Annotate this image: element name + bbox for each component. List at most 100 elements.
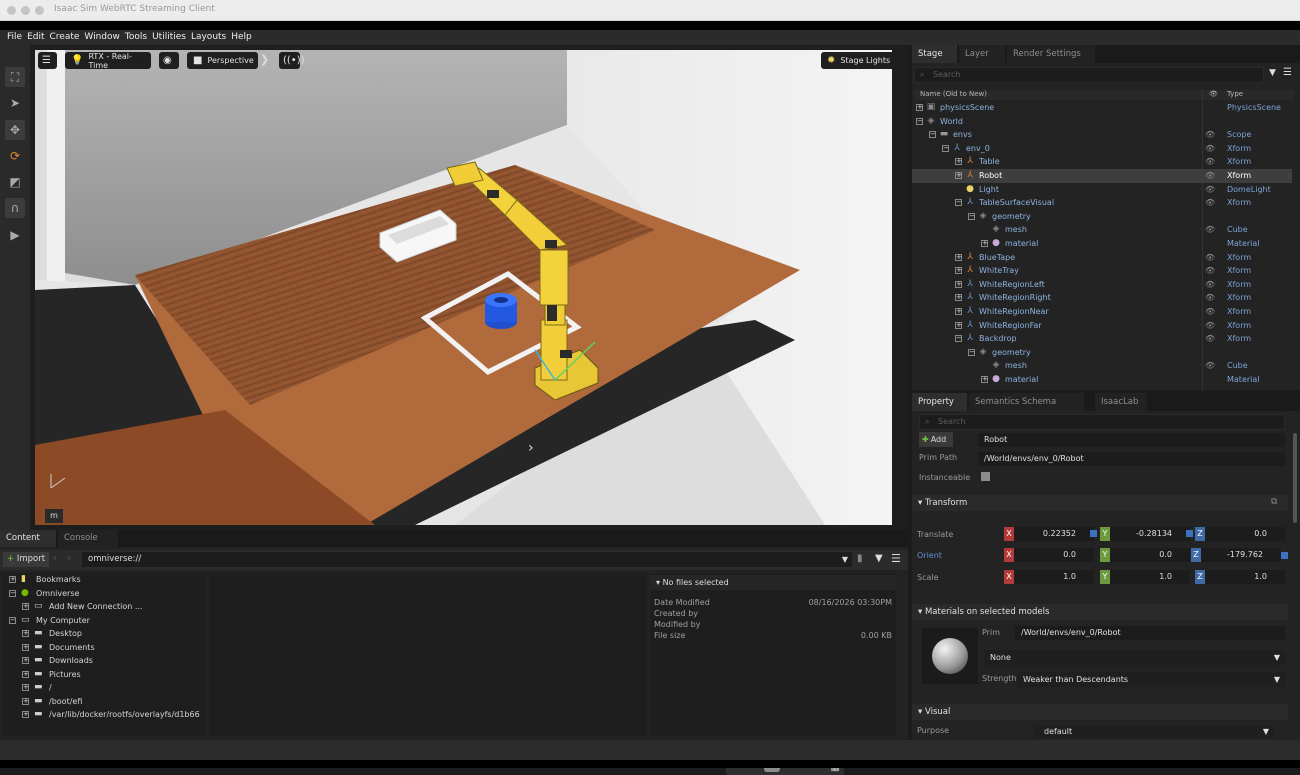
scale-y-field[interactable]: 1.0 (1110, 570, 1190, 584)
content-tree-row[interactable]: + ▬ Downloads (2, 654, 206, 668)
expand-toggle-icon[interactable]: − (968, 212, 975, 220)
expand-toggle-icon[interactable]: + (955, 253, 962, 261)
close-window-button[interactable] (7, 6, 16, 15)
material-binding-dropdown[interactable]: None ▼ (984, 650, 1285, 665)
tab-semantics-schema-editor[interactable]: Semantics Schema Editor (969, 393, 1084, 425)
expand-toggle-icon[interactable]: + (981, 375, 988, 383)
translate-x-field[interactable]: 0.22352 (1014, 527, 1094, 541)
expand-toggle-icon[interactable]: + (955, 307, 962, 315)
visual-section-header[interactable]: ▾ Visual (912, 704, 1288, 720)
select-all-icon[interactable]: ⛶ (5, 67, 25, 87)
visibility-eye-icon[interactable]: 👁 (1205, 332, 1215, 346)
visibility-eye-icon[interactable]: 👁 (1205, 196, 1215, 210)
stage-tree-row[interactable]: + ⅄ WhiteRegionLeft 👁 Xform (912, 278, 1292, 292)
expand-toggle-icon[interactable]: + (22, 684, 29, 691)
prim-path-field[interactable]: /World/envs/env_0/Robot (978, 452, 1285, 466)
viewport[interactable]: ☰ 💡 RTX - Real-Time ◉ ■ Perspective ❯ ((•)… (35, 50, 892, 525)
purpose-dropdown[interactable]: default ▼ (1034, 726, 1274, 738)
stage-tree-row[interactable]: + ⅄ Table 👁 Xform (912, 155, 1292, 169)
expand-toggle-icon[interactable]: + (22, 670, 29, 678)
stage-tree-row[interactable]: + ● material Material (912, 237, 1292, 251)
scale-icon[interactable]: ◩ (5, 172, 25, 192)
stage-tree-row[interactable]: + ⅄ WhiteRegionRight 👁 Xform (912, 291, 1292, 305)
content-file-list[interactable]: ▦ (209, 573, 844, 775)
tab-isaaclab[interactable]: IsaacLab (1095, 393, 1147, 411)
stage-tree-row[interactable]: − ◈ World (912, 115, 1292, 129)
orient-z-field[interactable]: -179.762 (1201, 548, 1281, 562)
play-icon[interactable]: ▶ (5, 225, 25, 245)
tab-property[interactable]: Property (912, 393, 967, 411)
expand-toggle-icon[interactable]: − (916, 117, 923, 125)
translate-y-field[interactable]: -0.28134 (1110, 527, 1190, 541)
content-tree-row[interactable]: + ▬ /boot/efi (2, 695, 206, 709)
tab-stage[interactable]: Stage (912, 45, 957, 63)
menu-utilities[interactable]: Utilities (152, 30, 186, 45)
name-column-header[interactable]: Name (Old to New) (920, 90, 987, 98)
content-tree-row[interactable]: − ▭ My Computer (2, 614, 206, 628)
chevron-right-icon[interactable]: › (528, 440, 534, 456)
expand-toggle-icon[interactable]: − (955, 199, 962, 207)
expand-toggle-icon[interactable]: + (9, 576, 16, 583)
import-button[interactable]: + Import (3, 552, 50, 567)
camera-button[interactable]: ■ Perspective (187, 52, 258, 69)
menu-edit[interactable]: Edit (27, 30, 44, 45)
strength-dropdown[interactable]: Weaker than Descendants ▼ (1017, 672, 1285, 687)
expand-toggle-icon[interactable]: − (968, 348, 975, 356)
stage-tree-row[interactable]: − ⅄ env_0 👁 Xform (912, 142, 1292, 156)
tab-layer[interactable]: Layer (959, 45, 1005, 63)
expand-toggle-icon[interactable]: − (955, 335, 962, 343)
stage-tree-row[interactable]: ◈ mesh 👁 Cube (912, 359, 1292, 373)
menu-icon[interactable]: ☰ (1283, 67, 1292, 78)
snap-icon[interactable]: ∩ (5, 198, 25, 218)
stage-tree-row[interactable]: + ⅄ WhiteTray 👁 Xform (912, 264, 1292, 278)
expand-toggle-icon[interactable]: + (955, 267, 962, 275)
visibility-eye-icon[interactable]: 👁 (1205, 359, 1215, 373)
visibility-eye-icon[interactable]: 👁 (1205, 319, 1215, 333)
expand-toggle-icon[interactable]: + (981, 239, 988, 247)
content-tree-row[interactable]: + ▭ Add New Connection ... (2, 600, 206, 614)
content-tree-row[interactable]: + ▬ Documents (2, 641, 206, 655)
filter-icon[interactable]: ▼ (1269, 68, 1276, 78)
visibility-eye-icon[interactable]: 👁 (1205, 155, 1215, 169)
menu-layouts[interactable]: Layouts (191, 30, 226, 45)
content-tree-row[interactable]: + ▬ Pictures (2, 668, 206, 682)
expand-toggle-icon[interactable]: + (955, 294, 962, 302)
stage-search-input[interactable]: ⌕ Search (914, 67, 1264, 83)
move-icon[interactable]: ✥ (5, 120, 25, 140)
stage-tree-row[interactable]: − ▬ envs 👁 Scope (912, 128, 1292, 142)
expand-toggle-icon[interactable]: + (955, 158, 962, 166)
menu-file[interactable]: File (7, 30, 22, 45)
visibility-eye-icon[interactable]: 👁 (1205, 251, 1215, 265)
materials-section-header[interactable]: ▾ Materials on selected models (912, 604, 1288, 620)
forward-arrow-icon[interactable]: › (67, 553, 71, 564)
stage-tree-row[interactable]: + ⅄ WhiteRegionFar 👁 Xform (912, 319, 1292, 333)
stage-lights-button[interactable]: ✹ Stage Lights (821, 52, 892, 69)
menu-window[interactable]: Window (84, 30, 120, 45)
back-arrow-icon[interactable]: ‹ (53, 553, 57, 564)
expand-toggle-icon[interactable]: + (22, 657, 29, 664)
visibility-eye-icon[interactable]: 👁 (1205, 142, 1215, 156)
translate-x-key[interactable] (1090, 530, 1097, 537)
stage-tree-row[interactable]: + ⅄ BlueTape 👁 Xform (912, 251, 1292, 265)
add-button[interactable]: ✚ Add (919, 432, 953, 447)
transform-options-icon[interactable]: ⧉ (1271, 497, 1277, 507)
visibility-eye-icon[interactable]: 👁 (1205, 223, 1215, 237)
bookmark-icon[interactable]: ▮ (857, 553, 863, 564)
stage-tree-row[interactable]: + ▣ physicsScene PhysicsScene (912, 101, 1292, 115)
prim-name-field[interactable]: Robot (978, 433, 1285, 447)
minimize-window-button[interactable] (21, 6, 30, 15)
stage-tree-row[interactable]: − ◈ geometry (912, 210, 1292, 224)
orient-label[interactable]: Orient (917, 551, 942, 560)
pointer-icon[interactable]: ➤ (5, 93, 25, 113)
tab-console[interactable]: Console (58, 530, 118, 547)
expand-toggle-icon[interactable]: − (929, 131, 936, 139)
stage-tree-row[interactable]: + ⅄ WhiteRegionNear 👁 Xform (912, 305, 1292, 319)
expand-toggle-icon[interactable]: − (9, 589, 16, 597)
visibility-eye-icon[interactable]: 👁 (1205, 305, 1215, 319)
expand-toggle-icon[interactable]: − (9, 616, 16, 624)
menu-create[interactable]: Create (50, 30, 80, 45)
orient-x-field[interactable]: 0.0 (1014, 548, 1094, 562)
expand-toggle-icon[interactable]: − (942, 144, 949, 152)
content-tree-row[interactable]: + ▬ Desktop (2, 627, 206, 641)
expand-toggle-icon[interactable]: + (22, 711, 29, 718)
